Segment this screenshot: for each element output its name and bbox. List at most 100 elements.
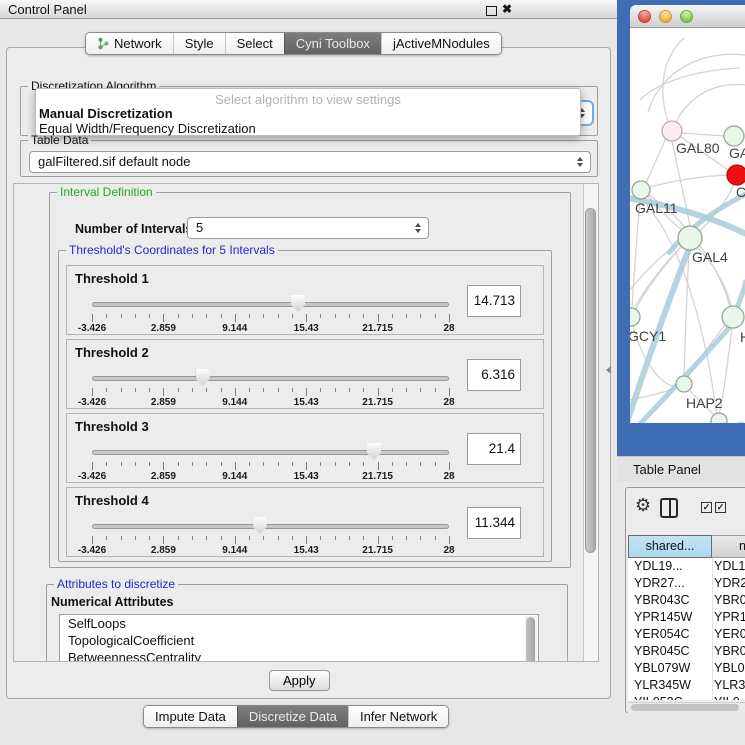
slider-tick — [163, 314, 164, 322]
tab-style[interactable]: Style — [173, 33, 225, 54]
column-header-name[interactable]: na — [712, 535, 745, 558]
table-row[interactable]: YBL079WYBL0 — [628, 660, 745, 677]
numerical-attributes-list[interactable]: SelfLoopsTopologicalCoefficientBetweenne… — [59, 614, 539, 662]
slider-thumb[interactable] — [253, 517, 267, 534]
network-node[interactable] — [632, 181, 650, 199]
slider-tick-label: 9.144 — [222, 471, 247, 482]
list-item[interactable]: BetweennessCentrality — [60, 649, 538, 662]
slider-track[interactable] — [92, 302, 449, 307]
table-row[interactable]: YIL052CYIL0 — [628, 694, 745, 700]
table-cell-name: YBR0 — [712, 592, 745, 609]
table-row[interactable]: YPR145WYPR1 — [628, 609, 745, 626]
spinner-arrows-icon — [577, 157, 583, 167]
network-edge — [682, 133, 724, 136]
slider-tick — [106, 314, 107, 318]
tab-discretize-data[interactable]: Discretize Data — [237, 706, 348, 727]
slider-tick — [406, 462, 407, 466]
thresholds-group: Threshold's Coordinates for 5 Intervals … — [58, 250, 552, 562]
checkbox-icon[interactable]: ✓ — [715, 502, 726, 513]
tab-cyni-toolbox[interactable]: Cyni Toolbox — [284, 33, 381, 54]
tab-select[interactable]: Select — [225, 33, 284, 54]
threshold-value-field[interactable]: 11.344 — [467, 507, 521, 539]
tab-infer-network[interactable]: Infer Network — [348, 706, 448, 727]
network-node[interactable] — [724, 126, 744, 146]
slider-thumb[interactable] — [367, 443, 381, 460]
slider-track[interactable] — [92, 524, 449, 529]
network-node[interactable] — [727, 165, 745, 185]
slider-tick — [349, 314, 350, 318]
network-node[interactable] — [711, 413, 727, 423]
close-icon[interactable]: ✖ — [502, 2, 512, 16]
slider-tick — [378, 314, 379, 322]
slider-tick — [335, 314, 336, 318]
apply-button[interactable]: Apply — [269, 670, 330, 691]
slider-tick — [363, 388, 364, 392]
list-item[interactable]: TopologicalCoefficient — [60, 632, 538, 649]
algorithm-option[interactable]: Equal Width/Frequency Discretization — [39, 121, 577, 136]
table-row[interactable]: YDR27...YDR2 — [628, 575, 745, 592]
slider-tick — [192, 314, 193, 318]
threshold-value-field[interactable]: 14.713 — [467, 285, 521, 317]
network-node[interactable] — [630, 308, 640, 326]
slider-tick — [249, 536, 250, 540]
tab-label: Select — [237, 36, 273, 51]
table-row[interactable]: YBR045CYBR0 — [628, 643, 745, 660]
slider-track[interactable] — [92, 376, 449, 381]
columns-icon[interactable] — [660, 498, 678, 518]
attributes-scrollbar[interactable] — [525, 616, 537, 662]
settings-scrollbar[interactable] — [583, 184, 598, 661]
table-row[interactable]: YLR345WYLR3 — [628, 677, 745, 694]
network-node[interactable] — [722, 306, 744, 328]
slider-tick — [320, 462, 321, 466]
algorithm-option[interactable]: Manual Discretization — [39, 106, 577, 121]
slider-track[interactable] — [92, 450, 449, 455]
table-data-combobox[interactable]: galFiltered.sif default node — [29, 151, 591, 173]
network-node[interactable] — [678, 226, 702, 250]
slider-tick — [178, 388, 179, 392]
control-panel-title: Control Panel — [8, 2, 87, 17]
slider-tick — [363, 462, 364, 466]
slider-thumb[interactable] — [196, 369, 210, 386]
mac-minimize-icon[interactable] — [659, 10, 672, 23]
float-window-icon[interactable] — [486, 6, 497, 16]
slider-tick — [106, 388, 107, 392]
tab-network[interactable]: Network — [86, 33, 173, 54]
network-canvas[interactable]: GAL80GACGAL11GAL4GCY1HHAP2 — [630, 28, 745, 423]
mac-close-icon[interactable] — [638, 10, 651, 23]
number-of-intervals-combobox[interactable]: 5 — [187, 217, 429, 239]
slider-tick — [163, 388, 164, 396]
gear-icon[interactable]: ⚙ — [635, 496, 651, 514]
slider-tick-label: 15.43 — [294, 397, 319, 408]
network-node[interactable] — [662, 121, 682, 141]
interval-definition-title: Interval Definition — [57, 185, 156, 199]
attributes-scrollbar-thumb[interactable] — [526, 617, 535, 662]
slider-tick — [221, 314, 222, 318]
checkbox-icon[interactable]: ✓ — [701, 502, 712, 513]
settings-scrollbar-thumb[interactable] — [585, 208, 596, 553]
table-hscrollbar[interactable] — [628, 702, 745, 713]
network-node[interactable] — [676, 376, 692, 392]
threshold-value-field[interactable]: 6.316 — [467, 359, 521, 391]
slider-tick — [192, 536, 193, 540]
slider-tick — [320, 388, 321, 392]
slider-tick — [206, 536, 207, 540]
table-hscrollbar-thumb[interactable] — [631, 704, 739, 711]
tab-impute-data[interactable]: Impute Data — [144, 706, 237, 727]
slider-tick — [92, 388, 93, 396]
table-cell-name: YLR3 — [712, 677, 745, 694]
table-row[interactable]: YBR043CYBR0 — [628, 592, 745, 609]
slider-tick — [435, 314, 436, 318]
table-row[interactable]: YDL19...YDL1 — [628, 558, 745, 575]
list-item[interactable]: SelfLoops — [60, 615, 538, 632]
split-divider-handle[interactable] — [606, 366, 611, 374]
slider-tick — [392, 314, 393, 318]
slider-tick — [449, 536, 450, 544]
slider-tick — [121, 536, 122, 540]
table-row[interactable]: YER054CYER0 — [628, 626, 745, 643]
slider-thumb[interactable] — [291, 295, 305, 312]
column-header-shared-name[interactable]: shared... — [628, 535, 712, 558]
mac-zoom-icon[interactable] — [680, 10, 693, 23]
threshold-value-field[interactable]: 21.4 — [467, 433, 521, 465]
slider-tick — [320, 314, 321, 318]
tab-jactivemnodules[interactable]: jActiveMNodules — [381, 33, 501, 54]
